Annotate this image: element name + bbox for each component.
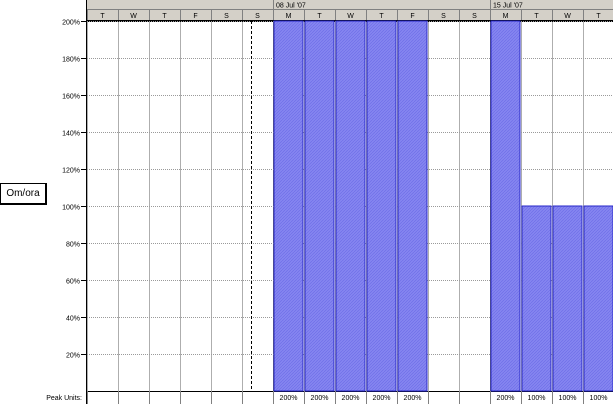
peak-units-label: Peak Units: xyxy=(46,395,82,402)
y-tick-label: 160% xyxy=(62,94,80,101)
day-letter: S xyxy=(255,13,260,20)
day-letter: M xyxy=(503,13,509,20)
peak-units-value: 200% xyxy=(311,395,329,402)
resource-name-button[interactable]: Om/ora xyxy=(0,183,47,205)
y-tick-label: 180% xyxy=(62,57,80,64)
peak-units-value: 200% xyxy=(497,395,515,402)
bar-day-8 xyxy=(335,20,366,392)
day-letter: T xyxy=(534,13,539,20)
y-tick-label: 60% xyxy=(66,279,80,286)
day-letter: W xyxy=(564,13,571,20)
resource-graph: 08 Jul '07 15 Jul '07 T W T F S S M T W T F S S M T W T 20%… xyxy=(46,0,613,404)
day-letter: T xyxy=(596,13,601,20)
y-tick-label: 120% xyxy=(62,168,80,175)
bar-day-10 xyxy=(397,20,428,392)
peak-units-value: 100% xyxy=(559,395,577,402)
peak-units-value: 100% xyxy=(590,395,608,402)
y-tick-label: 200% xyxy=(62,20,80,27)
peak-units-value: 200% xyxy=(280,395,298,402)
day-letter: S xyxy=(441,13,446,20)
day-letter: F xyxy=(410,13,414,20)
peak-units-value: 200% xyxy=(342,395,360,402)
day-letter: S xyxy=(472,13,477,20)
day-letter: T xyxy=(379,13,384,20)
y-tick-label: 140% xyxy=(62,131,80,138)
bar-day-15 xyxy=(552,205,583,392)
bar-day-14 xyxy=(521,205,552,392)
peak-units-value: 200% xyxy=(373,395,391,402)
y-tick-label: 80% xyxy=(66,242,80,249)
day-letter: S xyxy=(224,13,229,20)
peak-units-value: 200% xyxy=(404,395,422,402)
y-tick-label: 100% xyxy=(62,205,80,212)
bar-day-7 xyxy=(304,20,335,392)
day-letter: T xyxy=(100,13,105,20)
y-tick-label: 20% xyxy=(66,353,80,360)
day-letter: T xyxy=(317,13,322,20)
day-letter: T xyxy=(162,13,167,20)
peak-units-value: 100% xyxy=(528,395,546,402)
bar-day-9 xyxy=(366,20,397,392)
day-letter: W xyxy=(347,13,354,20)
bar-day-16 xyxy=(583,205,613,392)
y-tick-label: 40% xyxy=(66,316,80,323)
bar-day-13 xyxy=(490,20,521,392)
day-letter: M xyxy=(286,13,292,20)
week-header-band xyxy=(87,0,613,10)
week-label-2: 15 Jul '07 xyxy=(493,3,523,10)
bar-day-6 xyxy=(273,20,304,392)
day-letter: W xyxy=(130,13,137,20)
day-letter: F xyxy=(193,13,197,20)
week-label-1: 08 Jul '07 xyxy=(276,3,306,10)
